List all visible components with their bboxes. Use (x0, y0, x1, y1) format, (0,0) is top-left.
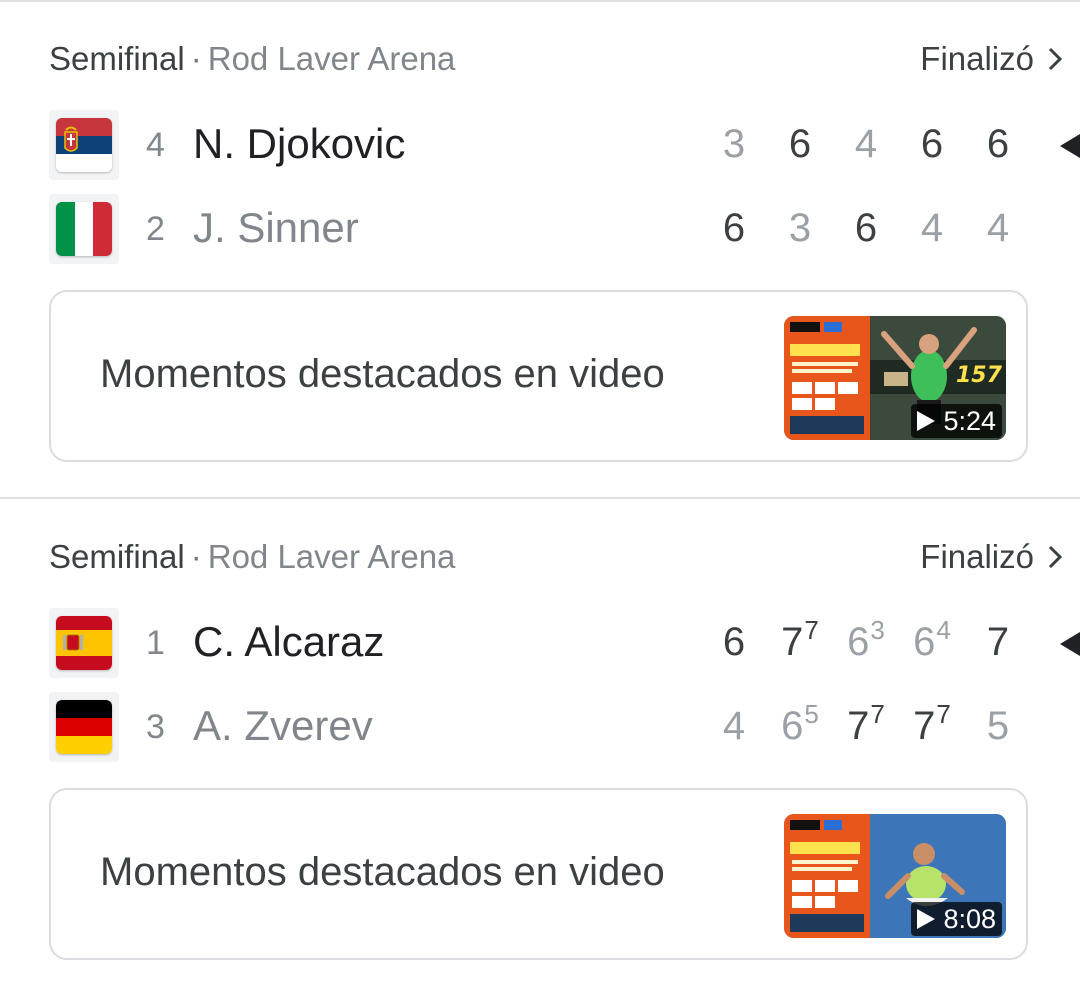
player-row[interactable]: 2 J. Sinner 6 3 6 4 4 (0, 194, 1080, 266)
set-score: 6 (722, 620, 746, 664)
tiebreak-score: 7 (936, 698, 951, 729)
set-score: 77 (847, 698, 885, 748)
set-score: 3 (788, 206, 812, 250)
flag-spain-icon (49, 608, 119, 678)
video-duration-badge: 8:08 (911, 902, 1002, 936)
video-highlights-label: Momentos destacados en video (100, 850, 665, 894)
player-row[interactable]: 1 C. Alcaraz 6 77 63 64 7 (0, 608, 1080, 680)
flag-serbia-icon (49, 110, 119, 180)
player-row[interactable]: 3 A. Zverev 4 65 77 77 5 (0, 692, 1080, 764)
set-score: 4 (722, 704, 746, 748)
winner-arrow-icon (1060, 632, 1080, 656)
set-score: 65 (781, 698, 819, 748)
match-header: Semifinal · Rod Laver Arena (49, 40, 455, 78)
match-header: Semifinal · Rod Laver Arena (49, 538, 455, 576)
tiebreak-score: 7 (804, 614, 819, 645)
match-card-2: Semifinal · Rod Laver Arena Finalizó 1 C. … (0, 498, 1080, 978)
set-score: 63 (847, 614, 885, 664)
set-score: 4 (854, 122, 878, 166)
player-seed: 3 (146, 708, 165, 746)
video-highlights-card[interactable]: Momentos destacados en video 8:08 (49, 788, 1028, 960)
match-venue: Rod Laver Arena (207, 40, 456, 77)
play-icon (917, 411, 936, 431)
video-highlights-label: Momentos destacados en video (100, 352, 665, 396)
tiebreak-score: 7 (870, 698, 885, 729)
video-duration: 8:08 (943, 903, 996, 934)
player-name: C. Alcaraz (193, 618, 385, 665)
set-score: 7 (986, 620, 1010, 664)
set-score: 3 (722, 122, 746, 166)
player-row[interactable]: 4 N. Djokovic 3 6 4 6 6 (0, 110, 1080, 182)
set-score: 4 (920, 206, 944, 250)
header-separator: · (190, 538, 202, 575)
play-icon (917, 909, 936, 929)
set-score: 6 (854, 206, 878, 250)
tiebreak-score: 5 (804, 698, 819, 729)
video-thumbnail[interactable]: 157 5:24 (784, 316, 1006, 440)
set-score: 4 (986, 206, 1010, 250)
set-score: 6 (788, 122, 812, 166)
flag-italy-icon (49, 194, 119, 264)
video-duration: 5:24 (943, 405, 996, 436)
match-status: Finalizó (920, 538, 1034, 575)
chevron-right-icon (1048, 47, 1063, 71)
player-name: A. Zverev (193, 702, 373, 749)
set-score: 6 (920, 122, 944, 166)
video-duration-badge: 5:24 (911, 404, 1002, 438)
tiebreak-score: 4 (936, 614, 951, 645)
match-venue: Rod Laver Arena (207, 538, 456, 575)
player-seed: 2 (146, 210, 165, 248)
match-status-link[interactable]: Finalizó (920, 40, 1066, 78)
player-name: N. Djokovic (193, 120, 406, 167)
set-score: 6 (722, 206, 746, 250)
set-score: 5 (986, 704, 1010, 748)
match-stage: Semifinal (49, 40, 185, 77)
match-card-1: Semifinal · Rod Laver Arena Finalizó 4 N. … (0, 0, 1080, 480)
tiebreak-score: 3 (870, 614, 885, 645)
match-stage: Semifinal (49, 538, 185, 575)
player-seed: 1 (146, 624, 165, 662)
header-separator: · (190, 40, 202, 77)
set-score: 77 (781, 614, 819, 664)
winner-arrow-icon (1060, 134, 1080, 158)
match-status-link[interactable]: Finalizó (920, 538, 1066, 576)
video-thumbnail[interactable]: 8:08 (784, 814, 1006, 938)
set-score: 6 (986, 122, 1010, 166)
flag-germany-icon (49, 692, 119, 762)
player-name: J. Sinner (193, 204, 359, 251)
set-score: 64 (913, 614, 951, 664)
player-seed: 4 (146, 126, 165, 164)
svg-text:157: 157 (956, 363, 1003, 388)
match-status: Finalizó (920, 40, 1034, 77)
chevron-right-icon (1048, 545, 1063, 569)
set-score: 77 (913, 698, 951, 748)
video-highlights-card[interactable]: Momentos destacados en video 157 5:24 (49, 290, 1028, 462)
